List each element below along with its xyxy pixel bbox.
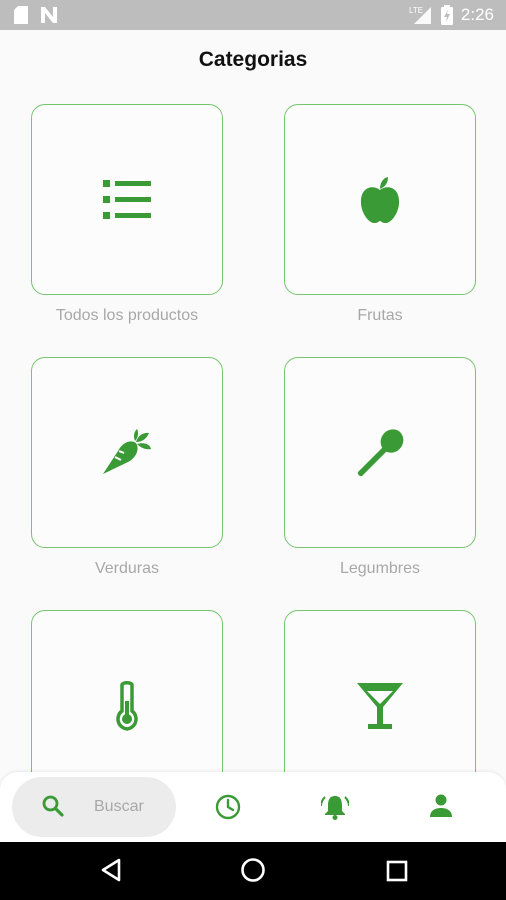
status-left-group — [14, 6, 58, 24]
list-icon — [103, 179, 151, 219]
category-tile-todos-los-productos[interactable] — [31, 104, 223, 295]
status-right-group: LTE 2:26 — [409, 5, 494, 25]
category-label: Verduras — [94, 560, 160, 577]
status-time: 2:26 — [460, 5, 494, 24]
profile-person-icon[interactable] — [429, 794, 453, 818]
history-clock-icon[interactable] — [215, 794, 241, 820]
home-icon[interactable] — [240, 857, 266, 883]
search-nav-button[interactable]: Buscar — [12, 777, 176, 837]
category-label: Frutas — [357, 307, 403, 324]
carrot-icon — [103, 428, 151, 474]
page-title: Categorias — [198, 48, 308, 71]
svg-text:LTE: LTE — [409, 6, 423, 15]
notifications-bell-icon[interactable] — [321, 794, 349, 820]
sd-card-icon — [14, 6, 28, 24]
search-label: Buscar — [94, 798, 144, 815]
category-tile-legumbres[interactable] — [284, 357, 476, 548]
cocktail-glass-icon — [357, 682, 403, 729]
category-label: Legumbres — [339, 560, 421, 577]
thermometer-icon — [116, 680, 138, 731]
search-icon — [42, 795, 64, 817]
battery-icon — [440, 5, 453, 25]
signal-icon: LTE — [409, 6, 431, 24]
n-notification-icon — [41, 7, 57, 23]
back-icon[interactable] — [100, 858, 122, 882]
system-nav-bar — [0, 842, 506, 900]
spoon-icon — [357, 428, 404, 476]
status-bar: LTE 2:26 — [0, 0, 506, 30]
apple-icon — [360, 176, 400, 223]
category-tile-verduras[interactable] — [31, 357, 223, 548]
recents-icon[interactable] — [386, 860, 408, 882]
category-tile-frutas[interactable] — [284, 104, 476, 295]
category-label: Todos los productos — [55, 307, 199, 324]
bottom-nav: Buscar — [0, 772, 506, 842]
